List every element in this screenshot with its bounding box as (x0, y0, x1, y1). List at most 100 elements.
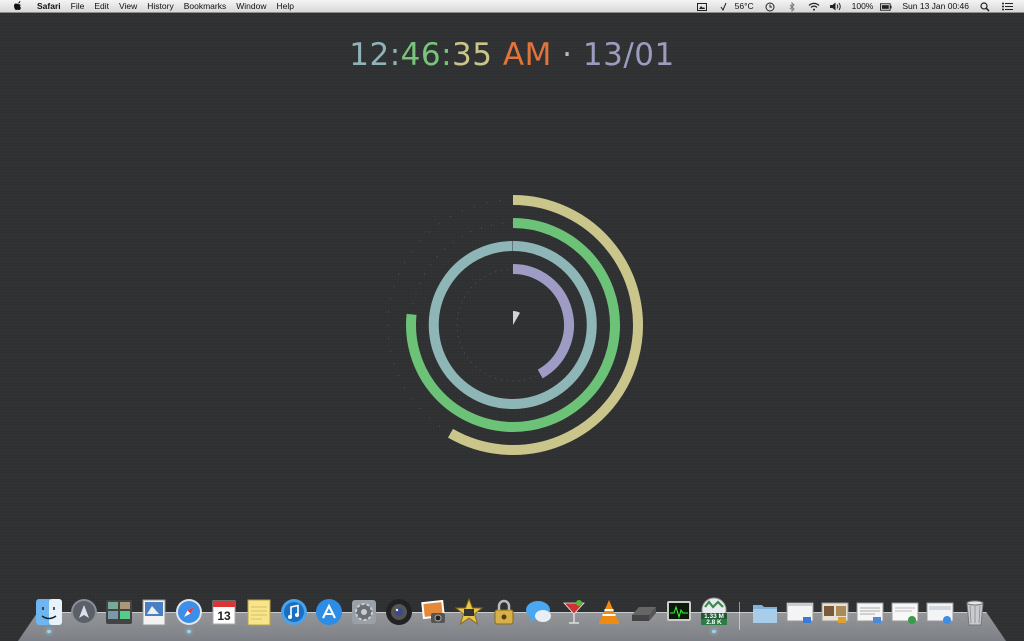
battery-percentage[interactable]: 100% (847, 0, 876, 13)
ring-tick-dot (495, 271, 497, 273)
preview-icon[interactable] (139, 596, 169, 628)
photo-booth-icon[interactable] (384, 596, 414, 628)
bluetooth-icon[interactable] (781, 1, 803, 12)
dock-running-indicator (712, 630, 716, 633)
ring-tick-dot (463, 296, 466, 298)
ring-tick-dot (495, 377, 497, 379)
ring-tick-dot (429, 264, 432, 266)
ring-tick-dot (506, 379, 508, 382)
notification-center-icon[interactable] (996, 2, 1018, 12)
app-store-icon[interactable] (314, 596, 344, 628)
calendar-icon[interactable]: 13 (209, 596, 239, 628)
ring-tick-dot (404, 261, 406, 264)
ring-tick-dot (390, 298, 392, 300)
minimized-window-thumbnail[interactable] (890, 596, 920, 628)
ring-tick-dot (523, 379, 526, 381)
menu-file[interactable]: File (66, 0, 90, 13)
thermometer-icon[interactable] (713, 2, 735, 12)
ring-tick-dot (452, 241, 454, 244)
ring-tick-dot (486, 202, 488, 204)
ring-tick-dot (459, 341, 461, 343)
ring-tick-dot (500, 269, 503, 271)
ring-tick-dot (444, 248, 446, 250)
ring-tick-dot (512, 380, 514, 382)
menu-help[interactable]: Help (271, 0, 298, 13)
trash-icon[interactable] (960, 596, 990, 628)
menu-bookmarks[interactable]: Bookmarks (179, 0, 232, 13)
wifi-icon[interactable] (803, 2, 825, 12)
minimized-window-thumbnail[interactable] (925, 596, 955, 628)
spotlight-search-icon[interactable] (974, 1, 996, 12)
ring-tick-dot (412, 303, 414, 305)
ring-tick-dot (456, 330, 459, 332)
iphoto-icon[interactable] (419, 596, 449, 628)
clock-hours: 12 (349, 37, 390, 73)
ring-tick-dot (393, 362, 395, 365)
screen-capture-icon[interactable] (691, 2, 713, 12)
ring-tick-dot (484, 275, 486, 278)
ring-tick-dot (436, 256, 438, 258)
ring-tick-dot (479, 369, 481, 371)
ring-tick-dot (428, 417, 431, 419)
menu-history[interactable]: History (142, 0, 178, 13)
ring-tick-dot (467, 357, 469, 359)
menu-clock[interactable]: Sun 13 Jan 00:46 (897, 0, 974, 13)
ring-tick-dot (461, 235, 463, 238)
menu-edit[interactable]: Edit (89, 0, 114, 13)
ring-tick-dot (456, 324, 458, 326)
ring-tick-dot (463, 352, 466, 354)
dock-running-indicator (47, 630, 51, 633)
time-rings-widget (387, 195, 643, 455)
battery-icon[interactable] (875, 2, 897, 12)
volume-icon[interactable] (825, 2, 847, 12)
ring-tick-dot (461, 210, 463, 212)
cpu-temperature[interactable]: 56°C (735, 0, 759, 13)
calendar-day-label: 13 (217, 609, 231, 623)
ring-tick-dot (461, 301, 463, 303)
menu-app-name[interactable]: Safari (32, 0, 66, 13)
minimized-window-thumbnail[interactable] (855, 596, 885, 628)
ring-tick-dot (387, 311, 390, 313)
ring-tick-dot (459, 307, 461, 309)
imovie-icon[interactable] (454, 596, 484, 628)
ring-tick-dot (499, 199, 501, 202)
ring-tick-dot (506, 268, 508, 271)
itunes-icon[interactable] (279, 596, 309, 628)
ring-tick-dot (411, 397, 413, 400)
clock-minutes: 46 (400, 37, 442, 73)
menu-bar: Safari File Edit View History Bookmarks … (0, 0, 1024, 13)
apple-menu-icon[interactable] (8, 1, 28, 12)
dock-running-indicator (187, 630, 191, 633)
menu-window[interactable]: Window (231, 0, 271, 13)
vlc-icon[interactable] (594, 596, 624, 628)
ring-outer-seconds (448, 195, 643, 455)
mission-control-icon[interactable] (104, 596, 134, 628)
finder-icon[interactable] (34, 596, 64, 628)
keychain-icon[interactable] (489, 596, 519, 628)
safari-icon[interactable] (174, 596, 204, 628)
ring-tick-dot (398, 273, 400, 275)
menu-view[interactable]: View (114, 0, 142, 13)
drive-icon[interactable] (629, 596, 659, 628)
ring-tick-dot (438, 223, 441, 225)
dock-separator (739, 602, 740, 630)
ring-tick-dot (491, 224, 493, 226)
downloads-folder-icon[interactable] (750, 596, 780, 628)
network-stats-icon[interactable]: 1.33 M 2.8 K (699, 596, 729, 628)
minimized-window-thumbnail[interactable] (820, 596, 850, 628)
ring-tick-dot (390, 350, 392, 352)
notes-icon[interactable] (244, 596, 274, 628)
ring-tick-dot (398, 375, 400, 377)
ring-tick-dot (489, 375, 491, 377)
cocktail-icon[interactable] (559, 596, 589, 628)
clock-colon: : (441, 37, 453, 73)
network-download-rate: 2.8 K (706, 619, 722, 626)
activity-monitor-icon[interactable] (664, 596, 694, 628)
ring-tick-dot (411, 250, 413, 253)
launchpad-icon[interactable] (69, 596, 99, 628)
minimized-window-thumbnail[interactable] (785, 596, 815, 628)
clock-seconds: 35 (452, 37, 493, 73)
system-preferences-icon[interactable] (349, 596, 379, 628)
time-machine-icon[interactable] (759, 2, 781, 12)
messages-icon[interactable] (524, 596, 554, 628)
